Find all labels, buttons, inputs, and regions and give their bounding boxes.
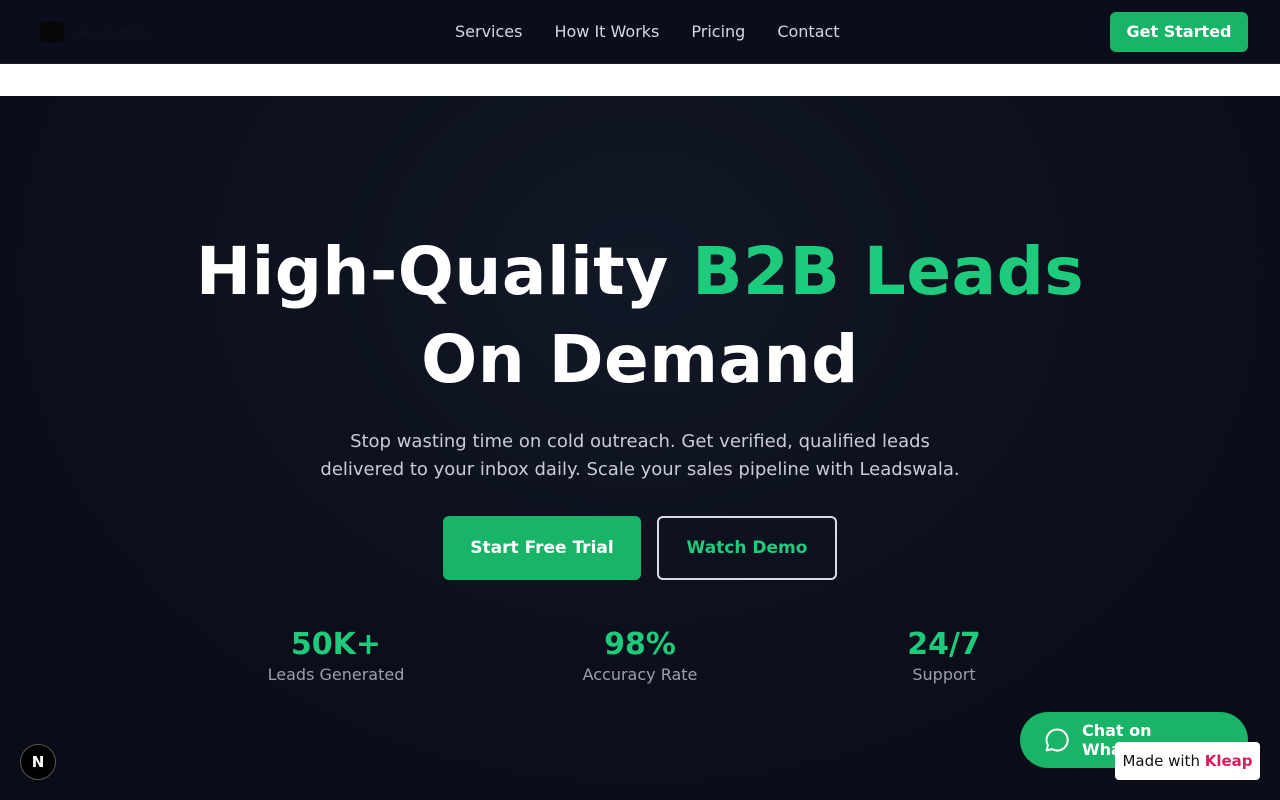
chat-bubble-icon: [1044, 727, 1070, 753]
stat-value: 98%: [604, 627, 676, 662]
stat-label: Accuracy Rate: [582, 665, 698, 684]
stat-leads-generated: 50K+ Leads Generated: [216, 626, 456, 686]
stat-value: 24/7: [907, 627, 981, 662]
hero-title-line2: On Demand: [421, 321, 859, 398]
hero-section: High-Quality B2B Leads On Demand Stop wa…: [0, 96, 1280, 800]
logo-icon: [40, 22, 64, 42]
made-with-prefix: Made with: [1122, 752, 1205, 770]
stat-accuracy-rate: 98% Accuracy Rate: [520, 626, 760, 686]
nav-link-services[interactable]: Services: [455, 20, 522, 44]
stat-label: Support: [912, 665, 976, 684]
get-started-button[interactable]: Get Started: [1110, 12, 1248, 52]
banner-strip: [0, 64, 1280, 96]
main-nav: Services How It Works Pricing Contact: [455, 20, 840, 44]
nav-link-contact[interactable]: Contact: [777, 20, 839, 44]
hero-subtitle-line2: delivered to your inbox daily. Scale you…: [320, 459, 960, 480]
navbar: Leadswala Services How It Works Pricing …: [0, 0, 1280, 64]
logo[interactable]: Leadswala: [40, 22, 151, 42]
logo-text: Leadswala: [72, 23, 151, 41]
watch-demo-button[interactable]: Watch Demo: [657, 516, 837, 580]
start-free-trial-button[interactable]: Start Free Trial: [443, 516, 641, 580]
nav-link-pricing[interactable]: Pricing: [691, 20, 745, 44]
nav-link-how-it-works[interactable]: How It Works: [554, 20, 659, 44]
hero-title-accent: B2B Leads: [692, 233, 1085, 310]
stat-label: Leads Generated: [267, 665, 405, 684]
hero-subtitle-line1: Stop wasting time on cold outreach. Get …: [350, 431, 930, 452]
dev-badge[interactable]: N: [20, 744, 56, 780]
stat-value: 50K+: [290, 627, 382, 662]
stat-support: 24/7 Support: [824, 626, 1064, 686]
kleap-brand: Kleap: [1204, 752, 1253, 770]
hero-title-part1: High-Quality: [195, 233, 693, 310]
made-with-kleap-badge[interactable]: Made with Kleap: [1115, 742, 1260, 780]
hero-subtitle: Stop wasting time on cold outreach. Get …: [290, 428, 990, 484]
hero-title: High-Quality B2B Leads On Demand: [0, 228, 1280, 404]
